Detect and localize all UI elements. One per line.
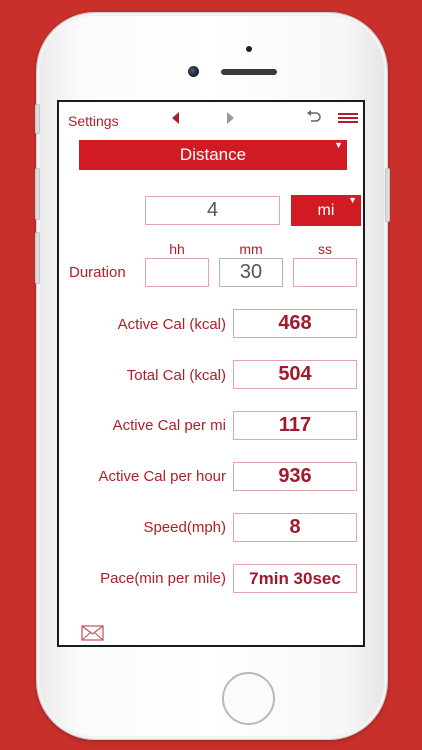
power-button	[385, 168, 390, 222]
unit-select-value: mi	[317, 201, 335, 219]
result-value: 8	[233, 513, 357, 542]
hours-input[interactable]	[145, 258, 209, 287]
mode-select[interactable]: Distance ▼	[79, 140, 347, 170]
result-label: Total Cal (kcal)	[126, 367, 226, 384]
result-label: Active Cal per hour	[98, 468, 226, 485]
app-screen: Settings Distance ▼ 4 mi ▼ hh mm ss Dura…	[57, 100, 365, 647]
home-button[interactable]	[222, 672, 275, 725]
front-camera	[188, 66, 199, 77]
triangle-left-icon[interactable]	[172, 112, 179, 124]
volume-up-button	[35, 168, 40, 220]
result-label: Pace(min per mile)	[100, 570, 226, 587]
envelope-icon[interactable]	[81, 624, 105, 642]
triangle-right-icon[interactable]	[227, 112, 234, 124]
result-label: Speed(mph)	[143, 519, 226, 536]
dropdown-caret-icon: ▼	[348, 195, 357, 205]
proximity-sensor	[246, 46, 252, 52]
result-value: 936	[233, 462, 357, 491]
mode-select-value: Distance	[179, 145, 247, 164]
seconds-input[interactable]	[293, 258, 357, 287]
seconds-header: ss	[318, 241, 332, 257]
dropdown-caret-icon: ▼	[334, 140, 343, 150]
result-value: 117	[233, 411, 357, 440]
result-value: 504	[233, 360, 357, 389]
result-label: Active Cal (kcal)	[117, 316, 226, 333]
minutes-header: mm	[239, 241, 263, 257]
earpiece-speaker	[221, 69, 277, 75]
duration-label: Duration	[69, 264, 126, 281]
undo-icon[interactable]	[305, 108, 323, 126]
minutes-input[interactable]: 30	[219, 258, 283, 287]
hours-header: hh	[169, 241, 185, 257]
hamburger-menu-icon[interactable]	[338, 113, 358, 125]
result-label: Active Cal per mi	[112, 417, 226, 434]
result-value: 468	[233, 309, 357, 338]
settings-link[interactable]: Settings	[68, 113, 119, 129]
unit-select[interactable]: mi ▼	[291, 195, 361, 226]
volume-down-button	[35, 232, 40, 284]
distance-input[interactable]: 4	[145, 196, 280, 225]
result-value: 7min 30sec	[233, 564, 357, 593]
mute-switch	[35, 104, 40, 134]
